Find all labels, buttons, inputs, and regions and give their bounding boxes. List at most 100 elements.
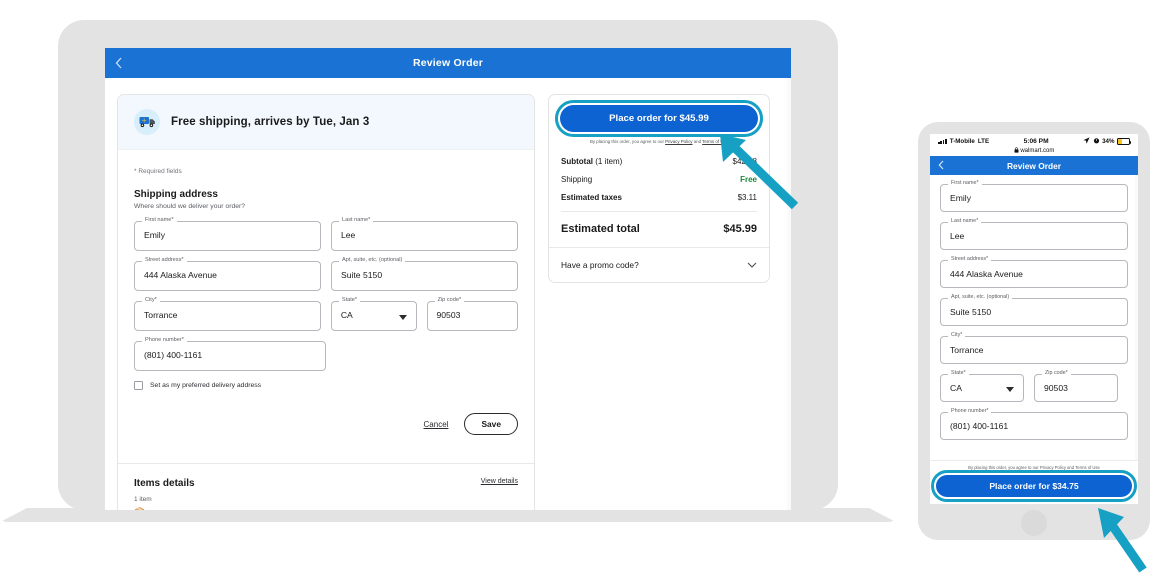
taxes-value: $3.11 xyxy=(737,193,757,203)
phone-zip-code-value: 90503 xyxy=(1044,383,1068,393)
estimated-total-value: $45.99 xyxy=(723,223,757,236)
phone-phone-number-value: (801) 400-1161 xyxy=(950,421,1009,431)
address-form: * Required fields Shipping address Where… xyxy=(118,150,534,449)
privacy-policy-link[interactable]: Privacy Policy xyxy=(665,139,692,144)
last-name-field[interactable]: Last name* Lee xyxy=(331,217,518,251)
home-button[interactable] xyxy=(1021,510,1047,536)
promo-code-row[interactable]: Have a promo code? xyxy=(549,247,769,282)
phone-city-label: City* xyxy=(948,332,966,338)
zip-code-field[interactable]: Zip code* 90503 xyxy=(426,297,518,331)
preferred-address-label: Set as my preferred delivery address xyxy=(150,382,262,389)
carrier-info: T-Mobile LTE xyxy=(938,138,989,145)
first-name-label: First name* xyxy=(142,217,177,223)
phone-legal-prefix: By placing this order, you agree to our xyxy=(968,465,1040,471)
laptop-base xyxy=(0,508,896,522)
status-time: 5:06 PM xyxy=(1023,138,1049,145)
city-field[interactable]: City* Torrance xyxy=(134,297,321,331)
shipping-address-card: Free shipping, arrives by Tue, Jan 3 * R… xyxy=(117,94,535,510)
place-order-wrap: Place order for $45.99 xyxy=(549,95,769,137)
phone-first-name-field[interactable]: First name* Emily xyxy=(940,180,1128,212)
order-summary-column: Place order for $45.99 By placing this o… xyxy=(548,94,770,510)
zip-code-label: Zip code* xyxy=(434,297,465,303)
order-summary-card: Place order for $45.99 By placing this o… xyxy=(548,94,770,284)
phone-last-name-value: Lee xyxy=(950,231,965,241)
shipping-value: Free xyxy=(740,175,757,185)
street-address-label: Street address* xyxy=(142,257,187,263)
phone-city-field[interactable]: City* Torrance xyxy=(940,332,1128,364)
street-row: Street address* 444 Alaska Avenue Apt, s… xyxy=(134,257,518,291)
state-select[interactable]: State* CA xyxy=(330,297,417,331)
view-details-link[interactable]: View details xyxy=(481,478,518,485)
summary-row-total: Estimated total $45.99 xyxy=(561,223,757,247)
carrier-name: T-Mobile xyxy=(949,138,975,145)
phone-legal-mid: and xyxy=(1065,465,1076,471)
desktop-scrollbar[interactable] xyxy=(787,78,791,510)
apt-suite-field[interactable]: Apt, suite, etc. (optional) Suite 5150 xyxy=(331,257,518,291)
location-arrow-icon xyxy=(1083,137,1090,146)
apt-suite-label: Apt, suite, etc. (optional) xyxy=(339,257,406,263)
state-value: CA xyxy=(340,310,353,320)
phone-state-label: State* xyxy=(948,370,969,376)
item-thumbnail[interactable]: 📦 xyxy=(134,507,518,510)
preferred-address-checkbox[interactable] xyxy=(134,381,143,390)
page-title: Review Order xyxy=(412,57,484,69)
laptop-screen: Review Order Free shipping, arrives by T… xyxy=(105,48,791,510)
phone-state-select[interactable]: State* CA xyxy=(940,370,1024,402)
phone-last-name-field[interactable]: Last name* Lee xyxy=(940,218,1128,250)
delivery-truck-icon xyxy=(134,109,160,135)
phone-mockup: T-Mobile LTE 5:06 PM 34% walmart.com Rev… xyxy=(918,122,1150,542)
phone-privacy-policy-link[interactable]: Privacy Policy xyxy=(1040,465,1066,470)
back-chevron-icon[interactable] xyxy=(115,48,122,78)
street-address-field[interactable]: Street address* 444 Alaska Avenue xyxy=(134,257,321,291)
required-fields-note: * Required fields xyxy=(134,168,182,175)
phone-first-name-value: Emily xyxy=(950,193,972,203)
phone-number-field[interactable]: Phone number* (801) 400-1161 xyxy=(134,337,326,371)
phone-scrollbar[interactable] xyxy=(1135,175,1138,495)
laptop-mockup: Review Order Free shipping, arrives by T… xyxy=(0,20,896,522)
phone-sticky-footer: By placing this order, you agree to our … xyxy=(930,460,1138,504)
phone-phone-number-field[interactable]: Phone number* (801) 400-1161 xyxy=(940,408,1128,440)
form-actions: Cancel Save xyxy=(134,413,518,435)
summary-row-shipping: Shipping Free xyxy=(561,175,757,184)
items-details-header: Items details View details xyxy=(118,464,534,489)
section-title: Shipping address xyxy=(134,189,218,200)
estimated-total-label: Estimated total xyxy=(561,223,640,236)
summary-separator xyxy=(561,211,757,213)
first-name-field[interactable]: First name* Emily xyxy=(134,217,321,251)
summary-row-subtotal: Subtotal (1 item) $42.88 xyxy=(561,157,757,166)
phone-status-bar: T-Mobile LTE 5:06 PM 34% walmart.com xyxy=(930,134,1138,156)
phone-zip-code-field[interactable]: Zip code* 90503 xyxy=(1034,370,1118,402)
desktop-content: Free shipping, arrives by Tue, Jan 3 * R… xyxy=(105,78,791,510)
place-order-button-desktop[interactable]: Place order for $45.99 xyxy=(555,100,763,137)
place-order-button-mobile[interactable]: Place order for $34.75 xyxy=(931,470,1137,502)
last-name-value: Lee xyxy=(341,230,356,240)
back-chevron-icon[interactable] xyxy=(938,160,944,172)
chevron-down-icon[interactable] xyxy=(747,260,757,270)
phone-last-name-label: Last name* xyxy=(948,218,982,224)
phone-apt-suite-value: Suite 5150 xyxy=(950,307,992,317)
save-button[interactable]: Save xyxy=(464,413,518,435)
battery-percent: 34% xyxy=(1102,138,1115,145)
phone-state-zip-row: State* CA Zip code* 90503 xyxy=(940,370,1128,412)
browser-url[interactable]: walmart.com xyxy=(938,147,1130,154)
phone-apt-suite-field[interactable]: Apt, suite, etc. (optional) Suite 5150 xyxy=(940,294,1128,326)
phone-address-form: First name* Emily Last name* Lee Street … xyxy=(930,175,1138,440)
phone-apt-suite-label: Apt, suite, etc. (optional) xyxy=(948,294,1013,300)
taxes-label: Estimated taxes xyxy=(561,193,622,203)
subtotal-value: $42.88 xyxy=(732,157,757,167)
apt-suite-value: Suite 5150 xyxy=(341,270,383,280)
preferred-address-checkbox-row[interactable]: Set as my preferred delivery address xyxy=(134,381,518,390)
subtotal-qty: (1 item) xyxy=(593,157,623,167)
signal-bars-icon xyxy=(938,138,947,145)
free-shipping-banner: Free shipping, arrives by Tue, Jan 3 xyxy=(118,95,534,150)
summary-rows: Subtotal (1 item) $42.88 Shipping Free E… xyxy=(549,145,769,247)
phone-terms-of-use-link[interactable]: Terms of Use xyxy=(1075,465,1100,470)
phone-street-address-field[interactable]: Street address* 444 Alaska Avenue xyxy=(940,256,1128,288)
street-address-value: 444 Alaska Avenue xyxy=(144,270,217,280)
cancel-button[interactable]: Cancel xyxy=(424,420,449,429)
phone-number-value: (801) 400-1161 xyxy=(144,350,203,360)
terms-of-use-link[interactable]: Terms of Use xyxy=(702,139,728,144)
legal-disclaimer-mobile: By placing this order, you agree to our … xyxy=(936,465,1132,475)
alarm-icon xyxy=(1093,137,1100,146)
city-value: Torrance xyxy=(144,310,178,320)
